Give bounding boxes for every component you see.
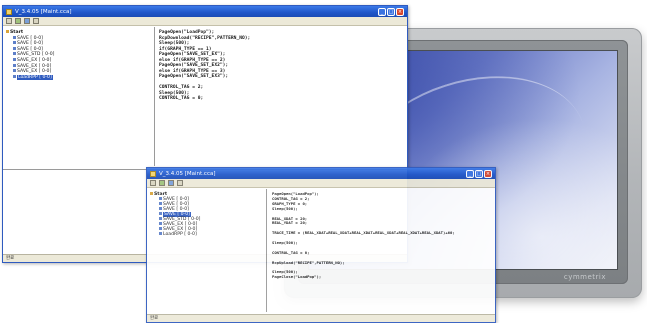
app-icon <box>6 8 12 15</box>
code-line: Sleep(500); <box>272 240 298 245</box>
script-node-icon <box>159 207 162 210</box>
new-file-icon[interactable] <box>150 180 156 186</box>
code-line: PageOpen("SAVE_SET_EX3"); <box>159 74 229 79</box>
window-title: V_3.4.05 [Maint.cca] <box>15 8 72 15</box>
tree-item-label: SAVE_STD [ 0-0] <box>17 52 55 58</box>
script-node-icon <box>159 222 162 225</box>
compile-icon[interactable] <box>24 18 30 24</box>
editor-panes: Start SAVE [ 0-0] SAVE [ 0-0] SAVE [ 0-0] SA… <box>3 27 407 166</box>
code-line: Sleep(500); <box>272 205 298 211</box>
minimize-button[interactable]: _ <box>466 169 474 178</box>
code-editor[interactable]: PageOpen("LoadPop"); RcpDownload("RECIPE"… <box>155 27 407 166</box>
tree-item-label: SAVE [ 0-0] <box>17 35 43 41</box>
script-tree: Start SAVE [ 0-0] SAVE [ 0-0] SAVE [ 0-0] SA… <box>3 27 155 166</box>
title-bar[interactable]: V_3.4.05 [Maint.cca] _ □ × <box>3 6 407 17</box>
script-node-icon <box>13 46 16 50</box>
settings-icon[interactable] <box>33 18 39 24</box>
tree-item-label: SAVE_EX [ 0-0] <box>17 58 52 63</box>
code-line: RcpUpload("RECIPE",PATTERN_NO); <box>272 259 345 265</box>
tree-item[interactable]: LoadRPP [ 0-0] <box>13 74 53 81</box>
status-bar: 완료 <box>147 314 495 322</box>
code-line: CONTROL_TAG = 0; <box>272 249 310 255</box>
script-node-icon <box>159 227 162 230</box>
code-line: REAL_YDAT = 20; <box>272 220 308 226</box>
compile-icon[interactable] <box>168 180 174 186</box>
toolbar <box>3 17 407 26</box>
tree-item-label: SAVE_EX [ 0-0] <box>17 69 52 75</box>
maximize-button[interactable]: □ <box>475 169 483 178</box>
editor-window-front: V_3.4.05 [Maint.cca] _ □ × Start SAVE [ 0… <box>146 167 496 323</box>
script-node-icon <box>13 69 16 73</box>
script-tree: Start SAVE [ 0-0] SAVE [ 0-0] SAVE [ 0-0] SA… <box>147 189 267 312</box>
save-icon[interactable] <box>159 180 165 186</box>
tree-item-label: SAVE [ 0-0] <box>17 41 43 47</box>
app-icon <box>150 170 156 177</box>
script-node-icon <box>13 63 16 67</box>
script-node-icon <box>13 52 16 56</box>
window-title: V_3.4.05 [Maint.cca] <box>159 170 216 177</box>
toolbar <box>147 179 495 188</box>
script-node-icon <box>159 217 162 220</box>
script-node-icon <box>13 41 16 45</box>
editor-panes: Start SAVE [ 0-0] SAVE [ 0-0] SAVE [ 0-0] SA… <box>147 189 495 312</box>
save-icon[interactable] <box>15 18 21 24</box>
tree-item-label: SAVE_EX [ 0-0] <box>17 63 52 69</box>
tree-item-label: LoadRPP [ 0-0] <box>17 74 53 80</box>
code-line: CONTROL_TAG = 0; <box>159 96 204 101</box>
close-button[interactable]: × <box>484 169 492 178</box>
script-node-icon <box>159 232 162 235</box>
close-button[interactable]: × <box>396 7 404 16</box>
script-node-icon <box>13 35 16 39</box>
script-node-icon <box>159 197 162 200</box>
tree-item-label: LoadRPP [ 0-0] <box>163 232 197 237</box>
maximize-button[interactable]: □ <box>387 7 395 16</box>
title-bar[interactable]: V_3.4.05 [Maint.cca] _ □ × <box>147 168 495 179</box>
tree-item[interactable]: LoadRPP [ 0-0] <box>159 232 197 238</box>
minimize-button[interactable]: _ <box>378 7 386 16</box>
settings-icon[interactable] <box>177 180 183 186</box>
code-line: PageClose("LoadPop"); <box>272 274 322 280</box>
code-line: TRACE_TIME = (REAL_XDAT+REAL_XDAT+REAL_X… <box>272 230 455 236</box>
code-editor[interactable]: PageOpen("LoadPop"); CONTROL_TAG = 2; GRAP… <box>267 189 495 312</box>
script-node-icon <box>13 58 16 61</box>
script-node-icon <box>13 74 16 78</box>
new-file-icon[interactable] <box>6 18 12 24</box>
script-node-icon <box>159 202 162 205</box>
folder-icon <box>6 30 9 33</box>
device-brand-logo: cymmetrix <box>563 273 606 281</box>
folder-icon <box>150 192 153 195</box>
script-node-icon <box>159 212 162 215</box>
tree-root-label: Start <box>10 30 24 35</box>
